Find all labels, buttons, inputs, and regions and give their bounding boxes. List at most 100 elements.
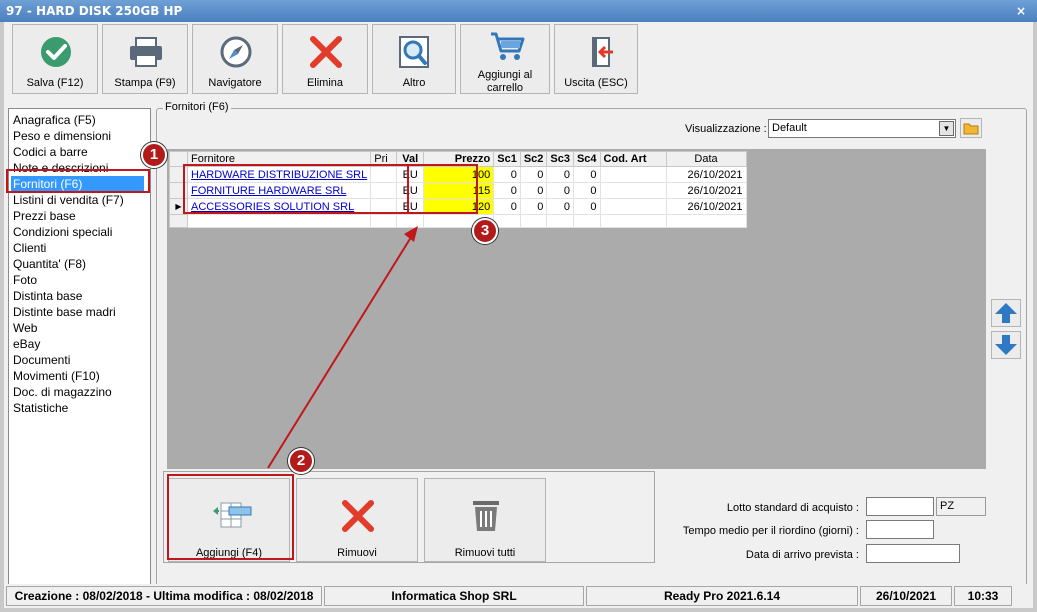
col-sc2[interactable]: Sc2	[519, 151, 548, 167]
cell-sc4[interactable]: 0	[572, 198, 601, 215]
data-arrivo-label: Data di arrivo prevista :	[745, 549, 859, 561]
status-company: Informatica Shop SRL	[324, 586, 584, 606]
nav-item-foto[interactable]: Foto	[9, 272, 150, 288]
delete-button-label: Elimina	[306, 77, 344, 89]
nav-item-clienti[interactable]: Clienti	[9, 240, 150, 256]
remove-button-label: Rimuovi	[337, 547, 377, 559]
annotation-badge-2: 2	[288, 448, 314, 474]
exit-button[interactable]: Uscita (ESC)	[554, 24, 638, 94]
cell-sc2[interactable]: 0	[519, 182, 548, 199]
nav-item-statistiche[interactable]: Statistiche	[9, 400, 150, 416]
cell-empty[interactable]	[493, 214, 521, 228]
col-cod-art[interactable]: Cod. Art	[599, 151, 667, 167]
status-bar: Creazione : 08/02/2018 - Ultima modifica…	[4, 584, 1033, 608]
nav-item-web[interactable]: Web	[9, 320, 150, 336]
status-creation-dates: Creazione : 08/02/2018 - Ultima modifica…	[6, 586, 322, 606]
tempo-riordino-label: Tempo medio per il riordino (giorni) :	[682, 525, 859, 537]
cell-sc4[interactable]: 0	[572, 166, 601, 183]
status-time: 10:33	[954, 586, 1012, 606]
nav-item-distinte-base-madri[interactable]: Distinte base madri	[9, 304, 150, 320]
cell-empty[interactable]	[396, 214, 425, 228]
navigator-button-label: Navigatore	[208, 77, 262, 89]
tempo-riordino-input[interactable]	[866, 520, 934, 539]
chevron-down-icon[interactable]: ▼	[939, 121, 954, 136]
nav-item-anagrafica[interactable]: Anagrafica (F5)	[9, 112, 150, 128]
add-to-cart-button-label: Aggiungi al carrello	[477, 69, 533, 94]
nav-item-condizioni-speciali[interactable]: Condizioni speciali	[9, 224, 150, 240]
print-button-label: Stampa (F9)	[114, 77, 176, 89]
compass-icon	[220, 36, 252, 68]
status-version: Ready Pro 2021.6.14	[586, 586, 858, 606]
annotation-box-fornitori	[6, 169, 150, 193]
visualizzazione-value: Default	[772, 122, 807, 134]
check-icon	[41, 37, 71, 67]
nav-item-codici-barre[interactable]: Codici a barre	[9, 144, 150, 160]
col-data[interactable]: Data	[665, 151, 747, 167]
move-down-button[interactable]	[991, 331, 1021, 359]
cell-sc1[interactable]: 0	[493, 166, 521, 183]
nav-item-distinta-base[interactable]: Distinta base	[9, 288, 150, 304]
cell-data[interactable]: 26/10/2021	[665, 182, 747, 199]
save-button[interactable]: Salva (F12)	[12, 24, 98, 94]
arrow-down-icon	[995, 335, 1017, 355]
lotto-label: Lotto standard di acquisto :	[726, 502, 859, 514]
nav-item-documenti[interactable]: Documenti	[9, 352, 150, 368]
other-button[interactable]: Altro	[372, 24, 456, 94]
close-icon[interactable]: ×	[1013, 0, 1029, 22]
cell-empty[interactable]	[599, 214, 667, 228]
save-button-label: Salva (F12)	[26, 77, 84, 89]
table-new-row[interactable]	[169, 214, 747, 228]
cell-empty[interactable]	[186, 214, 372, 228]
exit-button-label: Uscita (ESC)	[564, 77, 628, 89]
exit-icon	[592, 37, 613, 67]
cell-cod-art[interactable]	[599, 198, 667, 215]
nav-item-prezzi-base[interactable]: Prezzi base	[9, 208, 150, 224]
cell-empty[interactable]	[519, 214, 548, 228]
delete-button[interactable]: Elimina	[282, 24, 368, 94]
folder-icon[interactable]	[960, 118, 982, 138]
cell-sc1[interactable]: 0	[493, 182, 521, 199]
cell-empty[interactable]	[572, 214, 601, 228]
cart-icon	[491, 32, 525, 60]
nav-item-listini-vendita[interactable]: Listini di vendita (F7)	[9, 192, 150, 208]
cell-sc3[interactable]: 0	[546, 182, 574, 199]
visualizzazione-select[interactable]: Default ▼	[768, 119, 956, 138]
col-sc3[interactable]: Sc3	[546, 151, 574, 167]
navigator-button[interactable]: Navigatore	[192, 24, 278, 94]
move-up-button[interactable]	[991, 299, 1021, 327]
other-button-label: Altro	[402, 77, 426, 89]
print-button[interactable]: Stampa (F9)	[102, 24, 188, 94]
cell-sc3[interactable]: 0	[546, 198, 574, 215]
nav-item-quantita[interactable]: Quantita' (F8)	[9, 256, 150, 272]
lotto-input[interactable]	[866, 497, 934, 516]
add-to-cart-button[interactable]: Aggiungi al carrello	[460, 24, 550, 94]
cell-data[interactable]: 26/10/2021	[665, 198, 747, 215]
cell-empty[interactable]	[370, 214, 398, 228]
cell-sc4[interactable]: 0	[572, 182, 601, 199]
nav-item-peso-dimensioni[interactable]: Peso e dimensioni	[9, 128, 150, 144]
nav-item-movimenti[interactable]: Movimenti (F10)	[9, 368, 150, 384]
cell-sc2[interactable]: 0	[519, 166, 548, 183]
remove-all-button[interactable]: Rimuovi tutti	[424, 478, 546, 562]
cell-sc2[interactable]: 0	[519, 198, 548, 215]
data-arrivo-input[interactable]	[866, 544, 960, 563]
lotto-unit-field: PZ	[936, 497, 986, 516]
col-sc1[interactable]: Sc1	[493, 151, 521, 167]
nav-item-ebay[interactable]: eBay	[9, 336, 150, 352]
col-sc4[interactable]: Sc4	[572, 151, 601, 167]
cell-cod-art[interactable]	[599, 166, 667, 183]
delete-x-icon	[310, 36, 342, 68]
remove-all-button-label: Rimuovi tutti	[454, 547, 516, 559]
cell-empty[interactable]	[665, 214, 747, 228]
group-title: Fornitori (F6)	[163, 101, 231, 113]
cell-empty[interactable]	[546, 214, 574, 228]
cell-sc3[interactable]: 0	[546, 166, 574, 183]
cell-data[interactable]: 26/10/2021	[665, 166, 747, 183]
cell-sc1[interactable]: 0	[493, 198, 521, 215]
nav-item-doc-magazzino[interactable]: Doc. di magazzino	[9, 384, 150, 400]
remove-button[interactable]: Rimuovi	[296, 478, 418, 562]
row-selector[interactable]	[169, 214, 188, 228]
visualizzazione-label: Visualizzazione :	[685, 123, 767, 135]
annotation-badge-1: 1	[141, 142, 167, 168]
cell-cod-art[interactable]	[599, 182, 667, 199]
